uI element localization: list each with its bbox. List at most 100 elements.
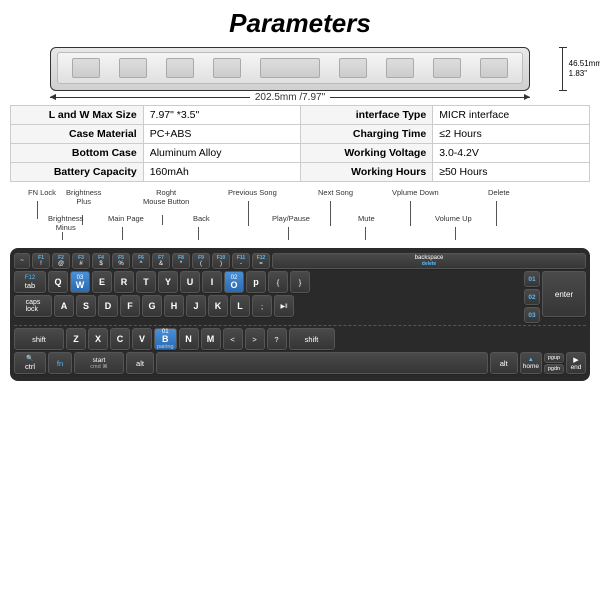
ann-brightness-minus: BrightnessMinus xyxy=(48,214,83,232)
key-slash[interactable]: ? xyxy=(267,328,287,350)
key-k[interactable]: K xyxy=(208,295,228,317)
row-asdf: capslock A S D F G H J K L ; ▶‖ xyxy=(14,295,522,317)
key-backspace[interactable]: backspace delete xyxy=(272,253,586,269)
page-title: Parameters xyxy=(10,8,590,39)
key-alt-right[interactable]: alt xyxy=(490,352,518,374)
page: Parameters xyxy=(0,0,600,600)
key-enter[interactable]: enter xyxy=(542,271,586,317)
key-01[interactable]: 01 xyxy=(524,271,540,287)
key-shift-right[interactable]: shift xyxy=(289,328,335,350)
ann-mute: Mute xyxy=(358,214,375,223)
ann-play-pause: Play/Pause xyxy=(272,214,310,223)
spec-label-6: Working Voltage xyxy=(300,144,433,163)
key-c[interactable]: C xyxy=(110,328,130,350)
key-bracket-l[interactable]: { xyxy=(268,271,288,293)
key-semicolon[interactable]: ; xyxy=(252,295,272,317)
key-f4[interactable]: F4$ xyxy=(92,253,110,269)
height-mm: 46.51mm xyxy=(569,59,600,69)
key-period[interactable]: > xyxy=(245,328,265,350)
key-quote[interactable]: ▶‖ xyxy=(274,295,294,317)
width-dimension: 202.5mm /7.97" xyxy=(50,92,530,103)
key-caps[interactable]: capslock xyxy=(14,295,52,317)
row-function: ~ F1! F2@ F3# F4$ F5% F6^ F7& F8* F9( F1… xyxy=(14,253,586,269)
key-f5[interactable]: F5% xyxy=(112,253,130,269)
key-n[interactable]: N xyxy=(179,328,199,350)
annotations: FN Lock BrightnessPlus BrightnessMinus M… xyxy=(10,188,590,248)
spec-value-5: Aluminum Alloy xyxy=(143,144,300,163)
spec-label-3: Case Material xyxy=(11,125,144,144)
spec-value-4: ≤2 Hours xyxy=(433,125,590,144)
key-ctrl[interactable]: 🔍 ctrl xyxy=(14,352,46,374)
key-tilde[interactable]: ~ xyxy=(14,253,30,269)
key-comma[interactable]: < xyxy=(223,328,243,350)
key-j[interactable]: J xyxy=(186,295,206,317)
key-space[interactable] xyxy=(156,352,488,374)
row-qwerty: F12 tab Q 03 W E R T Y U I xyxy=(14,271,522,293)
key-f7[interactable]: F7& xyxy=(152,253,170,269)
spec-row-3: Bottom Case Aluminum Alloy Working Volta… xyxy=(11,144,590,163)
spec-value-2: MICR interface xyxy=(433,106,590,125)
key-m[interactable]: M xyxy=(201,328,221,350)
key-p[interactable]: p xyxy=(246,271,266,293)
ann-previous-song: Previous Song xyxy=(228,188,277,197)
key-03[interactable]: 03 xyxy=(524,307,540,323)
key-i[interactable]: I xyxy=(202,271,222,293)
key-pgup[interactable]: pgup xyxy=(544,353,564,363)
spec-label-1: L and W Max Size xyxy=(11,106,144,125)
key-tab[interactable]: F12 tab xyxy=(14,271,46,293)
key-w[interactable]: 03 W xyxy=(70,271,90,293)
key-s[interactable]: S xyxy=(76,295,96,317)
key-t[interactable]: T xyxy=(136,271,156,293)
key-bracket-r[interactable]: } xyxy=(290,271,310,293)
key-f8[interactable]: F8* xyxy=(172,253,190,269)
key-02[interactable]: 02 xyxy=(524,289,540,305)
ann-right-mouse: RoghtMouse Button xyxy=(143,188,189,206)
key-g[interactable]: G xyxy=(142,295,162,317)
key-e[interactable]: E xyxy=(92,271,112,293)
key-start[interactable]: start cmd ⌘ xyxy=(74,352,124,374)
ann-back: Back xyxy=(193,214,210,223)
key-f[interactable]: F xyxy=(120,295,140,317)
spec-value-3: PC+ABS xyxy=(143,125,300,144)
row-bottom: 🔍 ctrl fn start cmd ⌘ alt alt ▲ home pgu… xyxy=(14,352,586,374)
keyboard-diagram: 46.51mm 1.83" 202.5mm /7.97" xyxy=(10,47,590,105)
spec-row-1: L and W Max Size 7.97" *3.5" interface T… xyxy=(11,106,590,125)
keyboard-body: ~ F1! F2@ F3# F4$ F5% F6^ F7& F8* F9( F1… xyxy=(10,248,590,381)
key-r[interactable]: R xyxy=(114,271,134,293)
key-f1[interactable]: F1! xyxy=(32,253,50,269)
key-f9[interactable]: F9( xyxy=(192,253,210,269)
key-shift-left[interactable]: shift xyxy=(14,328,64,350)
key-o[interactable]: 02 O xyxy=(224,271,244,293)
key-pgdn[interactable]: pgdn xyxy=(544,364,564,374)
key-f10[interactable]: F10) xyxy=(212,253,230,269)
key-q[interactable]: Q xyxy=(48,271,68,293)
ann-next-song: Next Song xyxy=(318,188,353,197)
key-f2[interactable]: F2@ xyxy=(52,253,70,269)
spec-label-5: Bottom Case xyxy=(11,144,144,163)
spec-row-2: Case Material PC+ABS Charging Time ≤2 Ho… xyxy=(11,125,590,144)
ann-delete: Delete xyxy=(488,188,510,197)
key-fn[interactable]: fn xyxy=(48,352,72,374)
key-a[interactable]: A xyxy=(54,295,74,317)
spec-value-6: 3.0-4.2V xyxy=(433,144,590,163)
key-f3[interactable]: F3# xyxy=(72,253,90,269)
key-d[interactable]: D xyxy=(98,295,118,317)
key-end[interactable]: ▶ end xyxy=(566,352,586,374)
key-z[interactable]: Z xyxy=(66,328,86,350)
key-home[interactable]: ▲ home xyxy=(520,352,542,374)
spec-value-7: 160mAh xyxy=(143,163,300,182)
key-b[interactable]: 01 B pairing xyxy=(154,328,177,350)
key-y[interactable]: Y xyxy=(158,271,178,293)
key-f12[interactable]: F12= xyxy=(252,253,270,269)
spec-row-4: Battery Capacity 160mAh Working Hours ≥5… xyxy=(11,163,590,182)
ann-fn-lock: FN Lock xyxy=(28,188,56,197)
key-l[interactable]: L xyxy=(230,295,250,317)
key-x[interactable]: X xyxy=(88,328,108,350)
key-u[interactable]: U xyxy=(180,271,200,293)
ann-main-page: Main Page xyxy=(108,214,144,223)
key-f6[interactable]: F6^ xyxy=(132,253,150,269)
key-f11[interactable]: F11- xyxy=(232,253,250,269)
key-alt-left[interactable]: alt xyxy=(126,352,154,374)
key-v[interactable]: V xyxy=(132,328,152,350)
key-h[interactable]: H xyxy=(164,295,184,317)
